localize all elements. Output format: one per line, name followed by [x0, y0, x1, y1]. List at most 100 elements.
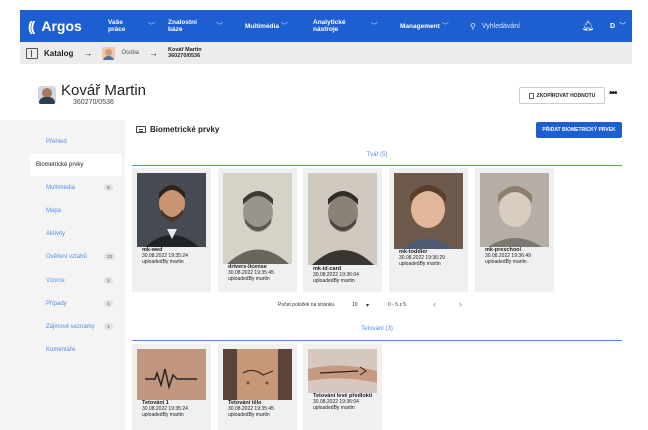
user-menu[interactable]: D ﹀	[610, 21, 626, 31]
nav-vase-prace[interactable]: Vaše práce ﹀	[108, 10, 168, 42]
chevron-right-icon[interactable]: ›	[459, 299, 462, 309]
bell-icon[interactable]: 🔔︎	[576, 21, 600, 32]
top-navbar: (( Argos Vaše práce ﹀ Znalostní báze ﹀ Mul…	[20, 10, 632, 42]
person-id: 360270/0536	[73, 99, 114, 106]
sidebar-item-pripady[interactable]: Případy	[46, 301, 67, 307]
count-badge: 1	[104, 277, 113, 284]
nav-analyticke-nastroje[interactable]: Analytické nástroje ﹀	[313, 10, 400, 42]
pager-label: Počet položek na stránku	[278, 302, 335, 308]
search-icon: ⚲	[470, 21, 476, 31]
card-caption: Tetování 1 30.08.2022 19:35:24 uploadedB…	[142, 400, 188, 418]
card-caption: mk-preschool 30.08.2022 19:36:49 uploade…	[485, 247, 531, 265]
caret-down-icon[interactable]: ▾	[366, 302, 369, 309]
card-uploader: uploadedBy martin	[313, 278, 355, 284]
card-caption: mk-id-card 30.08.2022 19:36:04 uploadedB…	[313, 266, 359, 284]
card-caption: Tetování levé předloktí 30.08.2022 19:36…	[313, 393, 372, 411]
face-card[interactable]: drivers-license 30.08.2022 19:35:45 uplo…	[218, 168, 297, 292]
card-uploader: uploadedBy martin	[142, 259, 184, 265]
app-logo[interactable]: (( Argos	[28, 18, 108, 34]
add-biometric-button[interactable]: PŘIDAT BIOMETRICKÝ PRVEK	[536, 122, 622, 138]
chevron-down-icon: ﹀	[280, 22, 288, 30]
pager-range: 0 - 5 z 5	[388, 302, 407, 308]
face-photo	[137, 173, 206, 247]
breadcrumb-type[interactable]: Osoba	[121, 50, 139, 56]
tattoo-photo	[223, 349, 292, 400]
chevron-left-icon[interactable]: ‹	[433, 299, 436, 309]
nav-label: Multimédia	[245, 22, 279, 30]
catalog-icon	[26, 47, 38, 59]
tattoo-card[interactable]: Tetování tělo 30.08.2022 19:35:45 upload…	[218, 344, 297, 430]
nav-multimedia[interactable]: Multimédia ﹀	[245, 10, 313, 42]
card-uploader: uploadedBy martin	[228, 412, 270, 418]
tattoo-card[interactable]: Tetování levé předloktí 30.08.2022 19:36…	[303, 344, 382, 430]
sidebar-item-prehled[interactable]: Přehled	[46, 139, 67, 145]
chevron-down-icon: ﹀	[441, 22, 449, 30]
nav-znalostni-baze[interactable]: Znalostní báze ﹀	[168, 10, 245, 42]
face-photo	[394, 173, 463, 249]
more-options-icon[interactable]: •••	[609, 88, 617, 99]
nav-management[interactable]: Management ﹀	[400, 10, 460, 42]
argos-logo-icon: ((	[28, 18, 35, 34]
card-caption: mk-toddler 30.08.2022 19:36:29 uploadedB…	[399, 249, 445, 267]
count-badge: 13	[104, 253, 115, 260]
face-card[interactable]: mk-toddler 30.08.2022 19:36:29 uploadedB…	[389, 168, 468, 292]
group-tab-tattoo[interactable]: Tetování (3)	[132, 326, 622, 332]
arrow-right-icon: →	[149, 48, 159, 58]
card-caption: drivers-license 30.08.2022 19:35:45 uplo…	[228, 264, 274, 282]
nav-label: Znalostní báze	[168, 19, 197, 33]
sidebar-item-zajmove-seznamy[interactable]: Zájmové seznamy	[46, 324, 95, 330]
breadcrumb-id: 360270/0536	[168, 53, 201, 59]
card-uploader: uploadedBy martin	[485, 259, 527, 265]
card-caption: mk-wed 30.08.2022 19:35:24 uploadedBy ma…	[142, 247, 188, 265]
face-photo	[223, 173, 292, 264]
sidebar-item-multimedia[interactable]: Multimédia	[46, 185, 75, 191]
face-card[interactable]: mk-preschool 30.08.2022 19:36:49 uploade…	[475, 168, 554, 292]
face-photo	[480, 173, 549, 247]
chevron-down-icon: ﹀	[619, 23, 627, 30]
face-card[interactable]: mk-id-card 30.08.2022 19:36:04 uploadedB…	[303, 168, 382, 292]
tattoo-card[interactable]: Tetování 1 30.08.2022 19:35:24 uploadedB…	[132, 344, 211, 430]
breadcrumb: Katalog → Osoba → Kovář Martin 360270/05…	[20, 42, 632, 64]
face-photo	[308, 173, 377, 265]
count-badge: 1	[104, 300, 113, 307]
card-uploader: uploadedBy martin	[228, 276, 270, 282]
copy-value-button[interactable]: ZKOPÍROVAT HODNOTU	[519, 87, 605, 104]
count-badge: 5	[104, 184, 113, 191]
person-avatar-icon	[102, 46, 116, 60]
sidebar-item-komentare[interactable]: Komentáře	[46, 347, 75, 353]
nav-label: Analytické nástroje	[313, 19, 346, 33]
breadcrumb-current: Kovář Martin 360270/0536	[168, 47, 202, 60]
avatar	[38, 86, 56, 104]
chevron-down-icon: ﹀	[216, 22, 223, 30]
nav-label: Vaše práce	[108, 19, 126, 33]
copy-label: ZKOPÍROVAT HODNOTU	[536, 92, 596, 99]
sidebar-item-aktivity[interactable]: Aktivity	[46, 231, 65, 237]
face-card[interactable]: mk-wed 30.08.2022 19:35:24 uploadedBy ma…	[132, 168, 211, 292]
card-uploader: uploadedBy martin	[313, 405, 355, 411]
sidebar-item-biometricke-prvky[interactable]: Biometrické prvky	[30, 154, 122, 176]
count-badge: 1	[104, 323, 113, 330]
sidebar-item-vzorce[interactable]: Vzorce	[46, 278, 65, 284]
sidebar-item-overeni-vztahu[interactable]: Ověření vztahů	[46, 254, 87, 260]
nav-label: Management	[400, 22, 440, 30]
group-tab-face[interactable]: Tvář (5)	[132, 152, 622, 158]
section-title: Biometrické prvky	[150, 125, 220, 134]
tattoo-photo	[137, 349, 206, 400]
card-uploader: uploadedBy martin	[399, 261, 441, 267]
sidebar-item-mapa[interactable]: Mapa	[46, 208, 61, 214]
biometrics-icon	[136, 126, 146, 133]
chevron-down-icon: ﹀	[148, 22, 155, 30]
card-uploader: uploadedBy martin	[142, 412, 184, 418]
divider	[132, 165, 622, 166]
copy-icon	[528, 92, 534, 99]
page-title: Kovář Martin	[61, 82, 147, 99]
divider	[132, 340, 622, 341]
arrow-right-icon: →	[83, 48, 93, 58]
app-name: Argos	[41, 18, 82, 34]
per-page-select[interactable]: 10	[352, 302, 358, 308]
breadcrumb-catalog[interactable]: Katalog	[44, 49, 73, 58]
search-input[interactable]: ⚲ Vyhledávání	[470, 10, 570, 42]
chevron-down-icon: ﹀	[371, 22, 378, 30]
card-caption: Tetování tělo 30.08.2022 19:35:45 upload…	[228, 400, 274, 418]
tattoo-photo	[308, 349, 377, 393]
